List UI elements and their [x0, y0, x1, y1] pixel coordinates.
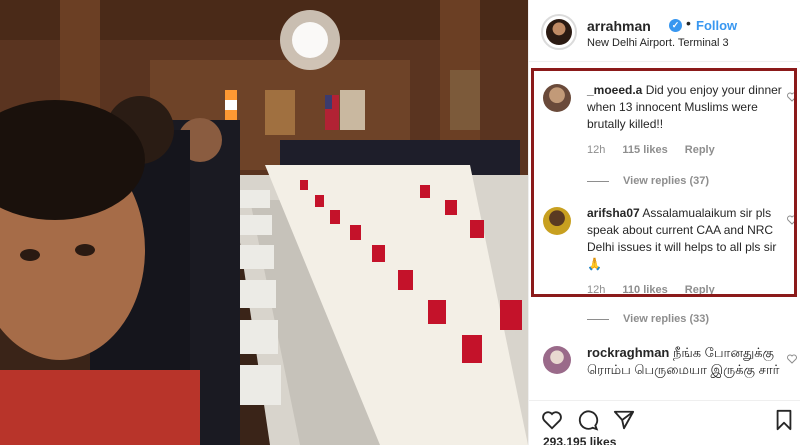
comment-text: _moeed.a Did you enjoy your dinner when … — [587, 82, 787, 133]
comment-username[interactable]: _moeed.a — [587, 83, 642, 97]
share-icon[interactable] — [613, 409, 635, 431]
separator-dot: • — [686, 15, 691, 31]
comment-username[interactable]: rockraghman — [587, 345, 669, 360]
view-replies-button[interactable]: View replies (37) — [587, 175, 709, 187]
post-location[interactable]: New Delhi Airport. Terminal 3 — [587, 37, 729, 49]
verified-badge-icon: ✓ — [669, 19, 682, 32]
comment-time[interactable]: 12h — [587, 284, 605, 296]
post-username[interactable]: arrahman — [587, 18, 651, 34]
comment-avatar[interactable] — [543, 346, 571, 374]
comment-avatar[interactable] — [543, 207, 571, 235]
save-icon[interactable] — [773, 409, 795, 431]
comment-heart-icon[interactable] — [787, 92, 797, 102]
comment-meta: 12h 110 likes Reply — [587, 284, 729, 296]
post-header: arrahman ✓ • Follow New Delhi Airport. T… — [529, 0, 800, 62]
view-replies-button[interactable]: View replies (33) — [587, 313, 709, 325]
post-photo[interactable] — [0, 0, 528, 445]
comment-likes[interactable]: 110 likes — [622, 284, 667, 296]
reply-button[interactable]: Reply — [685, 284, 715, 296]
comment-avatar[interactable] — [543, 84, 571, 112]
post-likes-count[interactable]: 293,195 likes — [543, 435, 616, 445]
reply-button[interactable]: Reply — [685, 144, 715, 156]
comment-text: rockraghman நீங்க போனதுக்கு ரொம்ப பெருமை… — [587, 344, 787, 378]
comment-text: arifsha07 Assalamualaikum sir pls speak … — [587, 205, 787, 273]
comment-heart-icon[interactable] — [787, 215, 797, 225]
comment-meta: 12h 115 likes Reply — [587, 144, 729, 156]
comment-likes[interactable]: 115 likes — [622, 144, 667, 156]
post-side-panel: arrahman ✓ • Follow New Delhi Airport. T… — [528, 0, 800, 445]
comment-username[interactable]: arifsha07 — [587, 206, 640, 220]
comment-icon[interactable] — [577, 409, 599, 431]
profile-avatar[interactable] — [541, 14, 577, 50]
comment-heart-icon[interactable] — [787, 354, 797, 364]
comment-time[interactable]: 12h — [587, 144, 605, 156]
follow-button[interactable]: Follow — [696, 18, 737, 33]
heart-icon[interactable] — [541, 409, 563, 431]
